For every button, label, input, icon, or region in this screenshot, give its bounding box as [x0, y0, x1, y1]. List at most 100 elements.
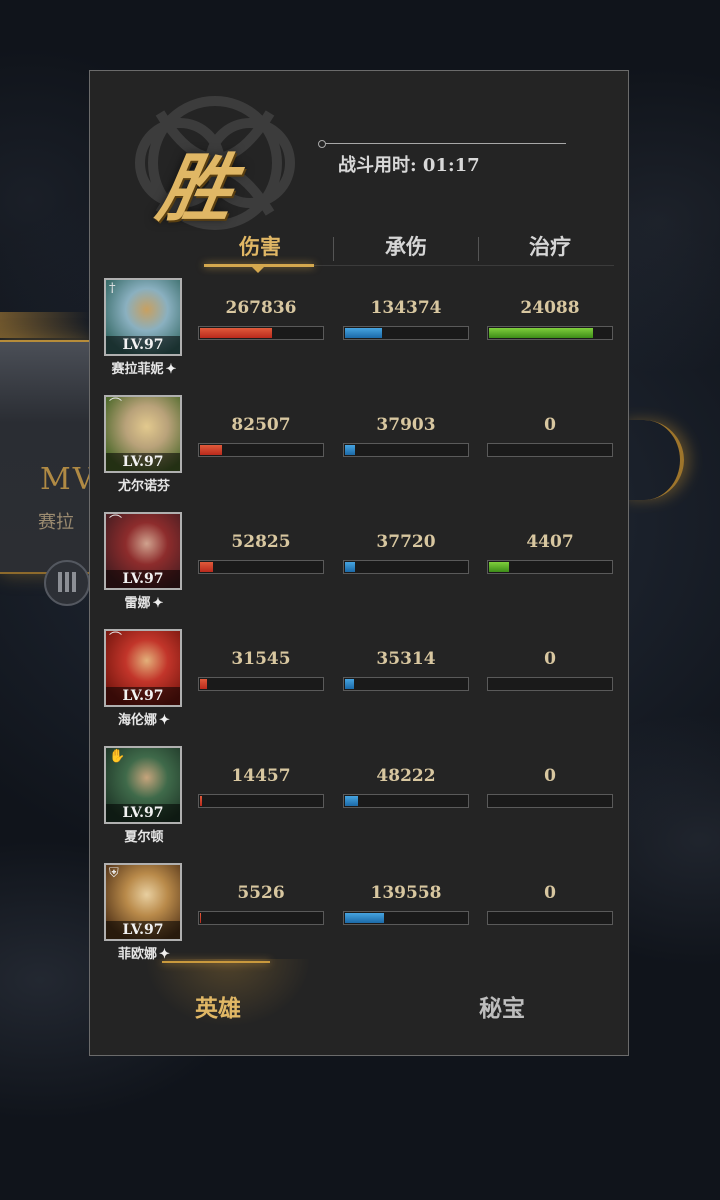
healing-bar — [487, 326, 613, 340]
hero-portrait[interactable]: † LV.97 — [104, 278, 182, 356]
damage-bar-fill — [200, 796, 203, 806]
damage-taken-value: 134374 — [370, 298, 442, 318]
damage-taken-bar-fill — [345, 445, 355, 455]
hero-level: LV.97 — [106, 570, 180, 588]
damage-taken-bar — [343, 326, 469, 340]
hero-name: 海伦娜 — [118, 713, 158, 728]
tab-separator — [333, 237, 334, 261]
damage-bar — [198, 443, 324, 457]
healing-bar-fill — [489, 328, 593, 338]
hero-portrait[interactable]: ⌒ LV.97 — [104, 629, 182, 707]
hero-level: LV.97 — [106, 453, 180, 471]
hero-portrait[interactable]: ✋ LV.97 — [104, 746, 182, 824]
star-icon: ✦ — [165, 362, 177, 377]
damage-taken-value: 139558 — [370, 883, 442, 903]
damage-taken-bar-fill — [345, 679, 354, 689]
damage-taken-bar — [343, 443, 469, 457]
hero-portrait[interactable]: ⌒ LV.97 — [104, 395, 182, 473]
star-icon: ✦ — [159, 713, 170, 728]
bow-icon: ⌒ — [109, 515, 123, 530]
healing-value: 0 — [544, 649, 556, 669]
hero-row: ⌒ LV.97 雷娜 ✦ 52825 37720 4407 — [90, 512, 630, 629]
damage-bar — [198, 677, 324, 691]
hero-name-wrap: 夏尔顿 — [90, 826, 198, 845]
hero-level: LV.97 — [106, 921, 180, 939]
healing-bar — [487, 911, 613, 925]
active-bottom-tab-indicator — [162, 961, 270, 963]
battle-time: 战斗用时: 01:17 — [338, 155, 480, 176]
bottom-tabs: 英雄 秘宝 — [90, 959, 630, 1057]
damage-taken-bar — [343, 794, 469, 808]
healing-value: 0 — [544, 766, 556, 786]
damage-taken-value: 48222 — [376, 766, 436, 786]
damage-value: 82507 — [231, 415, 291, 435]
tab-damage[interactable]: 伤害 — [198, 231, 322, 261]
damage-bar-fill — [200, 562, 214, 572]
hero-portrait[interactable]: ⌒ LV.97 — [104, 512, 182, 590]
healing-value: 24088 — [520, 298, 580, 318]
damage-taken-bar-fill — [345, 562, 355, 572]
damage-bar-fill — [200, 445, 222, 455]
background-mvp-name: 赛拉 — [38, 512, 74, 533]
hero-row: † LV.97 赛拉菲妮 ✦ 267836 134374 24088 — [90, 278, 630, 395]
background-stats-button — [44, 560, 90, 606]
damage-bar — [198, 560, 324, 574]
stat-tabs: 伤害 承伤 治疗 — [190, 231, 620, 273]
hero-name: 尤尔诺芬 — [117, 479, 170, 494]
hero-row: ⌒ LV.97 海伦娜 ✦ 31545 35314 0 — [90, 629, 630, 746]
tab-treasures[interactable]: 秘宝 — [412, 989, 592, 1023]
damage-bar-fill — [200, 328, 272, 338]
hero-row: ✋ LV.97 夏尔顿 14457 48222 0 — [90, 746, 630, 863]
bow-icon: ⌒ — [109, 398, 123, 413]
background-glow — [0, 312, 90, 338]
sword-icon: † — [109, 281, 116, 296]
bow-icon: ⌒ — [109, 632, 123, 647]
damage-bar — [198, 794, 324, 808]
healing-bar — [487, 443, 613, 457]
damage-taken-value: 35314 — [376, 649, 436, 669]
damage-taken-value: 37903 — [376, 415, 436, 435]
healing-value: 0 — [544, 415, 556, 435]
healing-bar — [487, 677, 613, 691]
damage-value: 31545 — [231, 649, 291, 669]
hero-name: 赛拉菲妮 — [111, 362, 164, 377]
background-mvp-text: MV — [40, 462, 97, 497]
damage-value: 267836 — [225, 298, 297, 318]
damage-taken-bar — [343, 560, 469, 574]
hero-name-wrap: 尤尔诺芬 — [90, 475, 198, 494]
shield-icon: ⛨ — [109, 866, 119, 881]
damage-taken-bar-fill — [345, 328, 382, 338]
hero-name-wrap: 海伦娜 ✦ — [90, 709, 198, 728]
hero-level: LV.97 — [106, 336, 180, 354]
healing-bar — [487, 794, 613, 808]
damage-value: 52825 — [231, 532, 291, 552]
damage-taken-bar — [343, 911, 469, 925]
hero-level: LV.97 — [106, 687, 180, 705]
active-tab-caret — [252, 267, 264, 273]
hero-level: LV.97 — [106, 804, 180, 822]
hand-icon: ✋ — [109, 749, 126, 764]
hero-name: 雷娜 — [124, 596, 151, 611]
damage-bar — [198, 326, 324, 340]
tab-damage-taken[interactable]: 承伤 — [344, 231, 468, 261]
healing-value: 0 — [544, 883, 556, 903]
tab-healing[interactable]: 治疗 — [488, 231, 612, 261]
healing-value: 4407 — [526, 532, 574, 552]
damage-taken-bar-fill — [345, 796, 359, 806]
damage-bar-fill — [200, 679, 208, 689]
decorative-line — [318, 140, 566, 148]
star-icon: ✦ — [152, 596, 164, 611]
hero-name-wrap: 赛拉菲妮 ✦ — [90, 358, 198, 377]
hero-row: ⌒ LV.97 尤尔诺芬 82507 37903 0 — [90, 395, 630, 512]
damage-value: 5526 — [237, 883, 285, 903]
tab-separator — [478, 237, 479, 261]
damage-value: 14457 — [231, 766, 291, 786]
hero-name: 夏尔顿 — [124, 830, 164, 845]
damage-bar — [198, 911, 324, 925]
damage-bar-fill — [200, 913, 202, 923]
healing-bar — [487, 560, 613, 574]
damage-taken-bar-fill — [345, 913, 385, 923]
hero-portrait[interactable]: ⛨ LV.97 — [104, 863, 182, 941]
healing-bar-fill — [489, 562, 509, 572]
tab-heroes[interactable]: 英雄 — [128, 989, 308, 1023]
